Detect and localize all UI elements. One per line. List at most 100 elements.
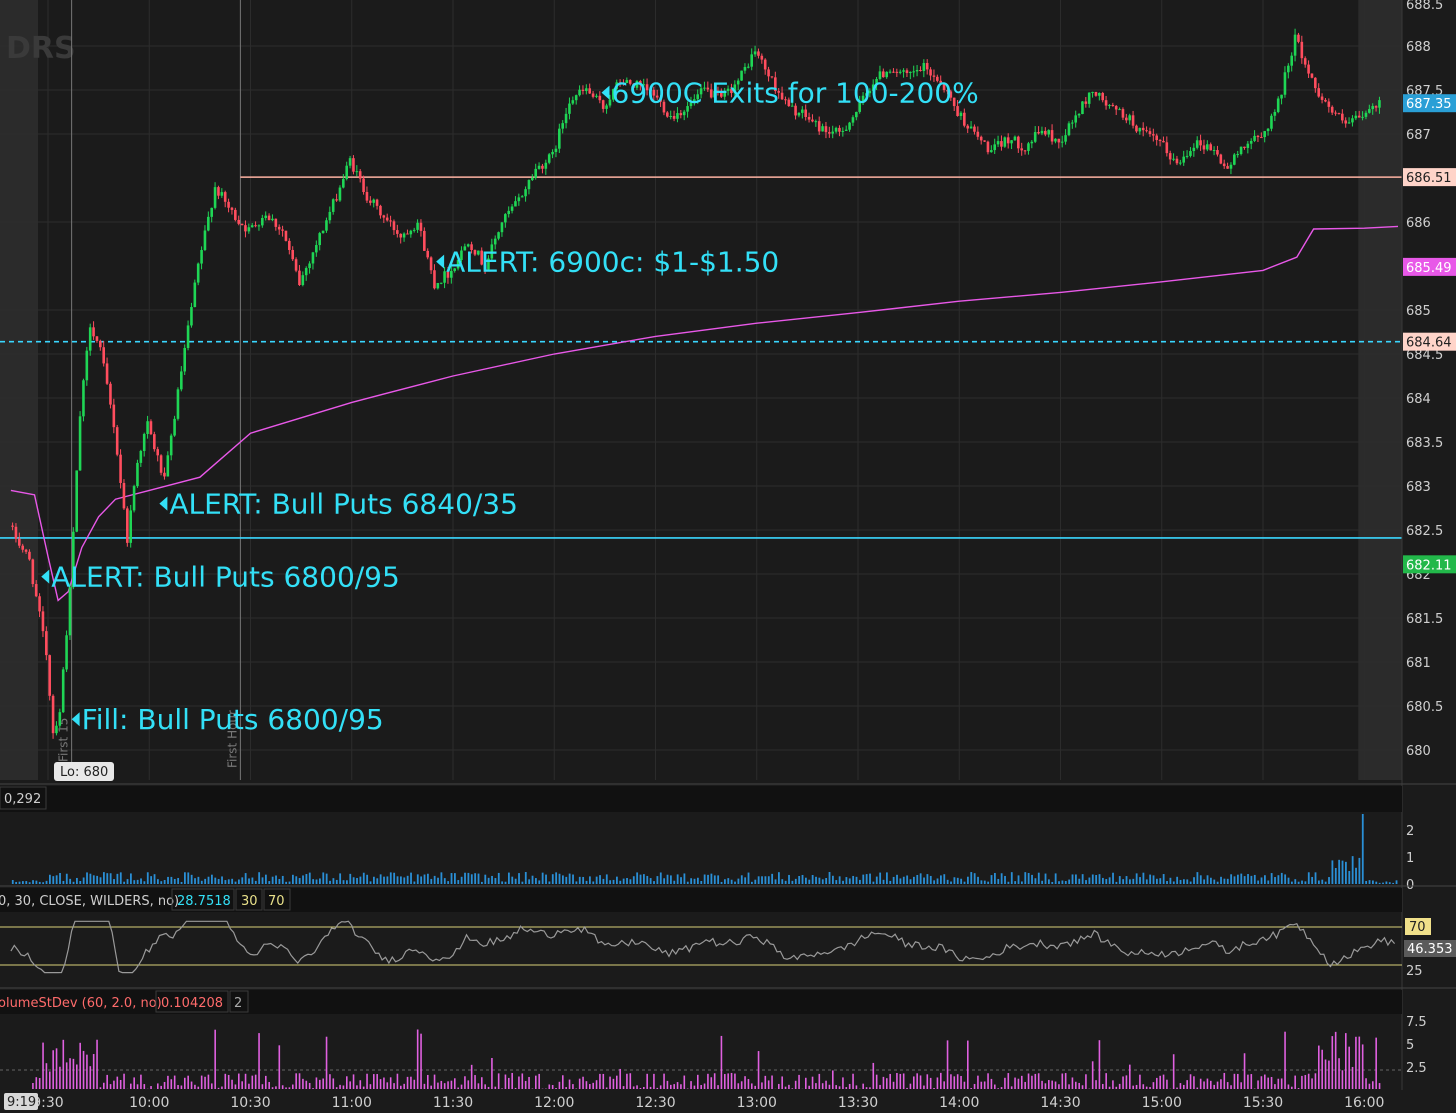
relvol-bar <box>892 1081 895 1089</box>
relvol-bar <box>427 1074 429 1089</box>
relvol-bar <box>481 1077 483 1089</box>
relvol-bar <box>1321 1049 1323 1089</box>
volume-bar <box>271 876 274 884</box>
rsi-oversold: 30 <box>241 894 258 909</box>
volume-bar <box>103 872 105 884</box>
volume-bar <box>923 877 925 884</box>
volume-bar <box>389 872 392 884</box>
volume-bar <box>1125 876 1128 884</box>
relvol-bar <box>582 1076 584 1089</box>
time-tick-label: 12:00 <box>534 1095 574 1111</box>
relvol-bar <box>406 1076 409 1089</box>
volume-bar <box>430 878 433 884</box>
relvol-bar <box>832 1070 834 1089</box>
relvol-bar <box>524 1080 527 1089</box>
volume-bar <box>1338 859 1341 884</box>
relvol-bar <box>1017 1078 1020 1089</box>
relvol-bar <box>416 1029 419 1089</box>
volume-bar <box>99 877 102 884</box>
candle-body <box>912 71 915 73</box>
candle-body <box>183 347 186 372</box>
volume-bar <box>811 875 814 884</box>
volume-bar <box>1105 879 1108 884</box>
volume-bar <box>1311 876 1314 884</box>
volume-bar <box>369 881 372 884</box>
candle-body <box>1351 118 1354 123</box>
volume-bar <box>332 878 335 884</box>
candle-body <box>841 130 845 132</box>
volume-bar <box>315 879 318 884</box>
candle-body <box>146 421 149 434</box>
relvol-bar <box>45 1063 48 1089</box>
volume-bar <box>133 880 136 884</box>
relvol-bar <box>1334 1031 1337 1089</box>
relvol-bar <box>724 1074 726 1089</box>
relvol-bar <box>217 1087 220 1089</box>
relvol-bar <box>319 1079 321 1089</box>
volume-bar <box>531 875 534 884</box>
relvol-bar <box>656 1087 659 1089</box>
candle-body <box>1114 106 1118 110</box>
time-axis[interactable]: 9:30 10:00 10:30 11:00 11:30 12:00 12:30 13:00 1… <box>0 1090 1456 1113</box>
volume-bar <box>143 881 146 884</box>
relvol-bar <box>1375 1037 1377 1089</box>
candle-body <box>682 111 686 116</box>
relvol-bar <box>261 1084 264 1089</box>
relvol-bar <box>1243 1053 1246 1089</box>
candle-body <box>375 199 379 206</box>
volume-bar <box>646 875 649 884</box>
rsi-tick-70: 70 <box>1409 920 1426 935</box>
candle-body <box>554 148 558 152</box>
volume-bar <box>740 875 743 884</box>
relvol-bar <box>1132 1085 1134 1089</box>
volume-bar <box>1014 881 1017 884</box>
candle-body <box>328 211 332 221</box>
relvol-bar <box>673 1084 675 1089</box>
volume-bar <box>845 877 848 884</box>
candle-body <box>1074 115 1077 123</box>
relvol-bar <box>1280 1078 1283 1089</box>
price-badge-label: 687.35 <box>1406 97 1452 112</box>
candle-body <box>588 88 591 94</box>
volume-bar <box>538 880 541 884</box>
relvol-bar <box>1355 1036 1357 1089</box>
volume-bar <box>521 881 524 884</box>
relvol-bar <box>717 1085 719 1089</box>
relvol-bar <box>514 1087 517 1089</box>
volume-bar <box>774 879 777 884</box>
candle-body <box>811 119 814 122</box>
relvol-bar <box>59 1066 61 1089</box>
relvol-bar <box>1142 1084 1145 1089</box>
relvol-bar <box>1230 1085 1232 1089</box>
volume-bar <box>558 873 561 884</box>
relvol-bar <box>103 1082 105 1089</box>
relvol-bar <box>1378 1083 1381 1089</box>
relvol-bar <box>275 1086 277 1089</box>
volume-bar <box>528 879 531 884</box>
candle-body <box>362 178 365 193</box>
volume-bar <box>295 876 298 884</box>
relvol-bar <box>977 1075 979 1089</box>
relvol-bar <box>754 1085 756 1089</box>
trading-chart[interactable]: DRS First 15 First Hour ALERT: Bull Puts… <box>0 0 1456 1113</box>
candle-body <box>1357 115 1361 118</box>
relvol-bar <box>1301 1075 1303 1089</box>
volume-bar <box>1331 860 1334 884</box>
relvol-bar <box>342 1085 345 1089</box>
candle-body <box>517 197 521 202</box>
candle-body <box>1057 138 1061 143</box>
volume-bar <box>113 879 115 884</box>
relvol-bar <box>403 1083 405 1089</box>
volume-bar <box>987 881 990 884</box>
candle-body <box>1297 34 1300 42</box>
candle-body <box>915 69 919 72</box>
candle-body <box>294 259 298 271</box>
volume-bar <box>376 878 379 884</box>
relvol-bar <box>1179 1083 1182 1089</box>
candle-body <box>85 350 89 381</box>
volume-bar <box>447 881 450 884</box>
relvol-bar <box>1372 1081 1374 1089</box>
relvol-bar <box>744 1076 746 1089</box>
volume-bar <box>1253 874 1256 884</box>
candle-body <box>311 252 315 264</box>
